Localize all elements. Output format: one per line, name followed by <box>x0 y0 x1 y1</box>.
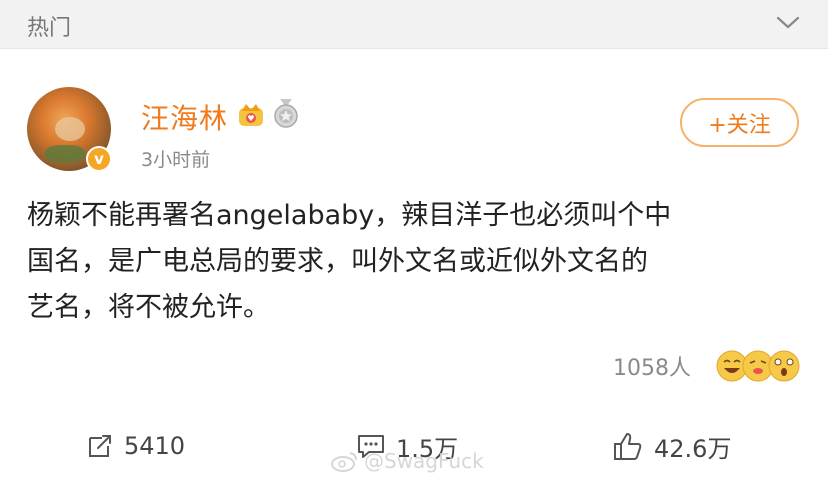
follow-button[interactable]: +关注 <box>680 98 799 147</box>
username[interactable]: 汪海林 <box>141 97 228 137</box>
medal-icon[interactable] <box>270 97 302 129</box>
like-button[interactable]: 42.6万 <box>612 426 731 466</box>
header-bar: 热门 <box>0 0 828 48</box>
repost-count: 5410 <box>124 432 186 460</box>
post-content-line: 国名，是广电总局的要求，叫外文名或近似外文名的 <box>27 246 648 277</box>
post-time: 3小时前 <box>141 149 211 171</box>
header-divider <box>0 48 828 49</box>
watermark-text: @SwagFuck <box>364 449 484 473</box>
thumbs-up-icon <box>614 433 642 460</box>
reactions-count[interactable]: 1058人 <box>613 350 691 382</box>
surprised-emoji-icon <box>768 350 800 382</box>
repost-button[interactable]: 5410 <box>86 426 185 466</box>
chevron-down-icon[interactable] <box>775 12 801 32</box>
post-content-line: 艺名，将不被允许。 <box>27 292 270 323</box>
like-count: 42.6万 <box>654 434 732 463</box>
verified-badge-icon: v <box>86 146 112 172</box>
crown-icon[interactable]: ♥ <box>236 99 266 129</box>
avatar-leaf-detail <box>45 145 85 163</box>
post-content: 杨颖不能再署名angelababy，辣目洋子也必须叫个中 国名，是广电总局的要求… <box>27 193 802 331</box>
avatar-face-detail <box>55 117 85 141</box>
reaction-emoji-icons[interactable] <box>716 348 802 384</box>
watermark: @SwagFuck <box>330 449 484 473</box>
weibo-logo-icon <box>331 452 357 472</box>
header-title: 热门 <box>27 16 72 41</box>
repost-icon <box>89 435 111 457</box>
svg-text:♥: ♥ <box>247 114 254 123</box>
post-content-line: 杨颖不能再署名angelababy，辣目洋子也必须叫个中 <box>27 200 672 231</box>
